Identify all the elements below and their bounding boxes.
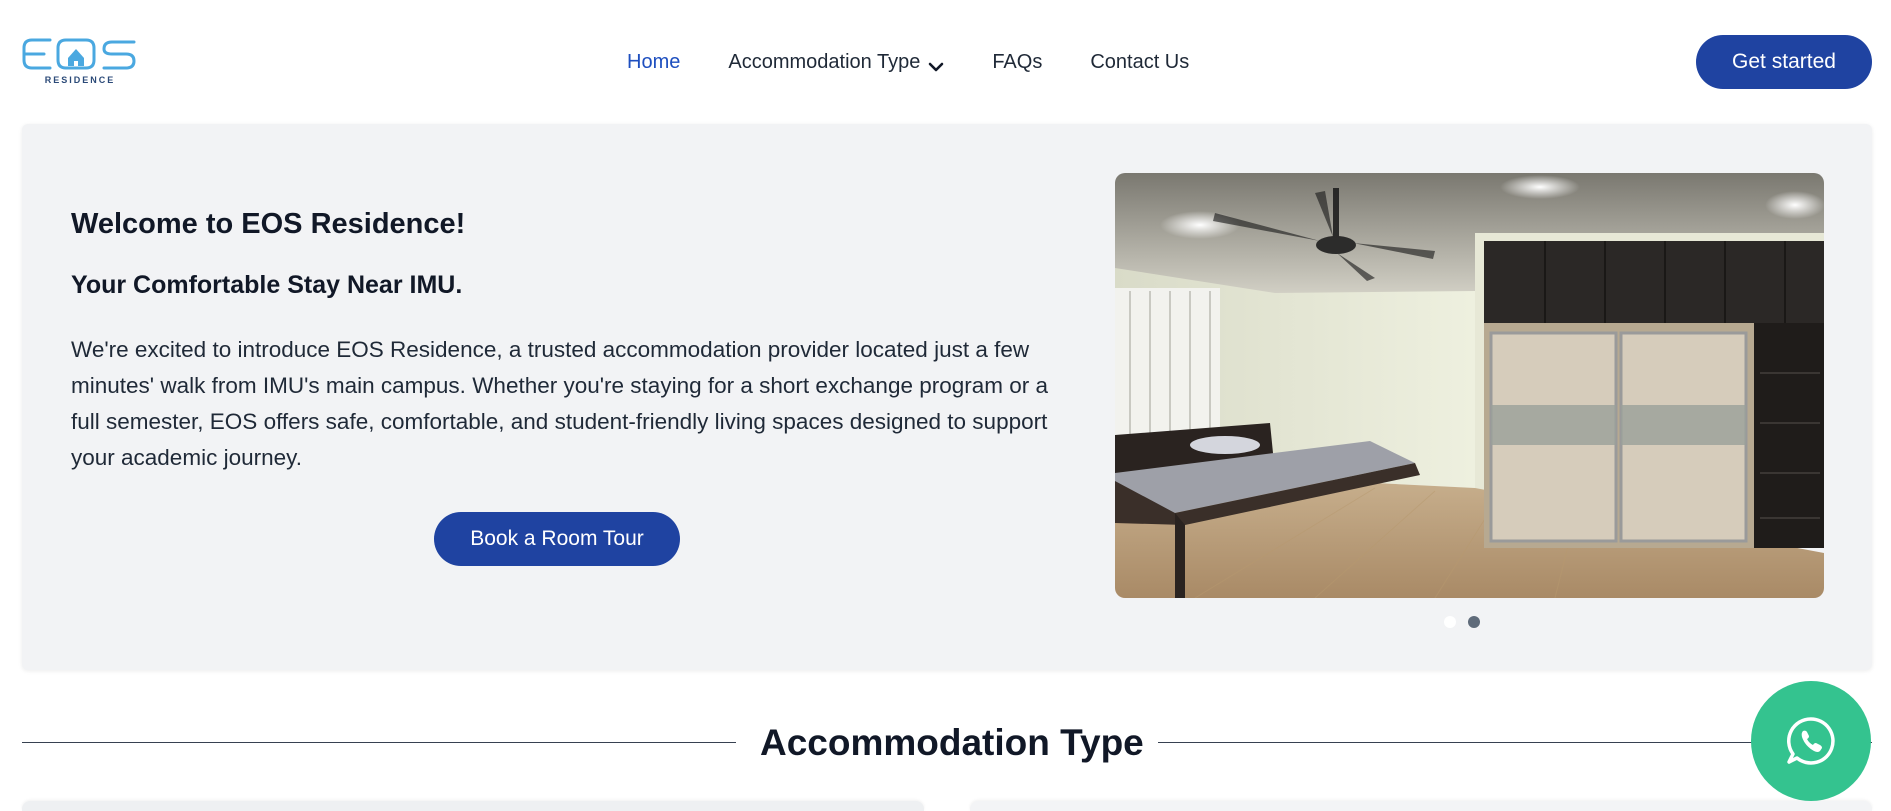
section-title: Accommodation Type [760, 722, 1144, 763]
hero-description: We're excited to introduce EOS Residence… [71, 337, 1049, 470]
nav-home-label: Home [627, 50, 681, 73]
carousel-dot-2[interactable] [1468, 616, 1480, 628]
nav-contact-us-label: Contact Us [1090, 50, 1190, 73]
eos-residence-logo[interactable]: RESIDENCE [22, 34, 138, 86]
nav-home[interactable]: Home [627, 51, 680, 74]
hero-title: Welcome to EOS Residence! [71, 208, 466, 240]
carousel-dot-1[interactable] [1444, 616, 1456, 628]
main-nav: Home Accommodation Type FAQs Contact Us [627, 48, 1189, 76]
site-header: RESIDENCE Home Accommodation Type FAQs C… [0, 0, 1891, 124]
nav-faqs[interactable]: FAQs [992, 51, 1042, 74]
whatsapp-icon [1787, 717, 1835, 765]
nav-accommodation-type-label: Accommodation Type [728, 50, 921, 73]
nav-faqs-label: FAQs [992, 50, 1043, 73]
get-started-button[interactable]: Get started [1696, 35, 1872, 89]
divider-line-left [22, 742, 736, 743]
hero-subtitle: Your Comfortable Stay Near IMU. [71, 271, 463, 299]
accommodation-card-2[interactable] [970, 801, 1872, 811]
accommodation-card-1[interactable] [22, 801, 924, 811]
accommodation-type-section-header: Accommodation Type [22, 714, 1872, 770]
room-photo [1115, 173, 1824, 598]
nav-contact-us[interactable]: Contact Us [1090, 51, 1189, 74]
chevron-down-icon [928, 56, 944, 72]
nav-accommodation-type[interactable]: Accommodation Type [728, 51, 944, 74]
carousel-indicators [1444, 616, 1480, 628]
book-room-tour-button[interactable]: Book a Room Tour [434, 512, 680, 566]
whatsapp-chat-button[interactable] [1751, 681, 1871, 801]
logo-tagline: RESIDENCE [45, 75, 116, 85]
hero-section: Welcome to EOS Residence! Your Comfortab… [22, 124, 1872, 670]
